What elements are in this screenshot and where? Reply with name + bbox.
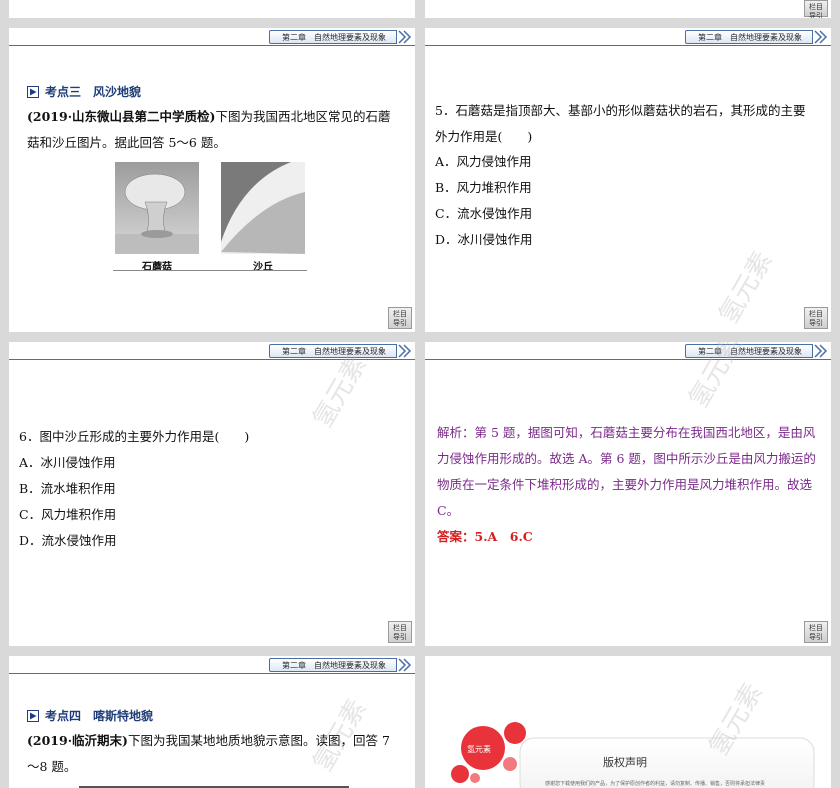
watermark-text: 氢元素 [713, 246, 779, 330]
play-triangle-icon [27, 85, 39, 98]
copyright-title: 版权声明 [603, 756, 647, 769]
slide-analysis: 第二章 自然地理要素及现象 氢元素 解析：第 5 题，据图可知，石蘑菇主要分布在… [425, 342, 831, 646]
nav-guide-button[interactable]: 栏目 导引 [804, 621, 828, 643]
topic-heading: 考点四 喀斯特地貌 [27, 707, 153, 724]
figure-group: 石蘑菇 沙丘 [115, 162, 305, 273]
chapter-header: 第二章 自然地理要素及现象 [269, 29, 413, 45]
nav-guide-button[interactable]: 栏目 导引 [804, 307, 828, 329]
copyright-text: 感谢您下载使用我们的产品，为了保护原创作者的利益，请勿复制、传播、销售，否则将承… [545, 781, 766, 787]
nav-guide-button[interactable]: 栏目 导引 [388, 621, 412, 643]
chapter-header: 第二章 自然地理要素及现象 [269, 657, 413, 673]
slide-partial-top-right: 栏目 导引 [425, 0, 831, 18]
question-5-options: A．风力侵蚀作用 B．风力堆积作用 C．流水侵蚀作用 D．冰川侵蚀作用 [435, 149, 533, 253]
double-chevron-icon [398, 30, 412, 44]
option-a: A．风力侵蚀作用 [435, 154, 532, 169]
chapter-header: 第二章 自然地理要素及现象 [685, 29, 829, 45]
option-d: D．冰川侵蚀作用 [435, 232, 533, 247]
double-chevron-icon [814, 344, 828, 358]
figure-stone-mushroom: 石蘑菇 [115, 162, 199, 273]
slide-question-5: 第二章 自然地理要素及现象 5．石蘑菇是指顶部大、基部小的形似蘑菇状的岩石，其形… [425, 28, 831, 332]
slide-topic-4: 第二章 自然地理要素及现象 氢元素 考点四 喀斯特地貌 (2019·临沂期末)下… [9, 656, 415, 788]
question-intro: (2019·临沂期末)下图为我国某地地质地貌示意图。读图，回答 7～8 题。 [27, 733, 390, 774]
sand-dune-photo [221, 162, 305, 254]
double-chevron-icon [398, 344, 412, 358]
question-6-options: A．冰川侵蚀作用 B．流水堆积作用 C．风力堆积作用 D．流水侵蚀作用 [19, 450, 117, 554]
double-chevron-icon [398, 658, 412, 672]
karst-diagram-partial [79, 786, 349, 788]
question-intro: (2019·山东微山县第二中学质检)下图为我国西北地区常见的石蘑菇和沙丘图片。据… [27, 109, 391, 150]
watermark-text: 氢元素 [307, 350, 373, 434]
chapter-label: 第二章 自然地理要素及现象 [269, 344, 397, 358]
analysis-text: 解析：第 5 题，据图可知，石蘑菇主要分布在我国西北地区，是由风力侵蚀作用形成的… [437, 420, 817, 550]
chapter-label: 第二章 自然地理要素及现象 [685, 30, 813, 44]
nav-guide-button[interactable]: 栏目 导引 [804, 0, 828, 18]
slide-copyright: 氢元素 版权声明 感谢您下载使用我们的产品，为了保护原创作者的利益，请勿复制、传… [425, 656, 831, 788]
figure-sand-dune: 沙丘 [221, 162, 305, 273]
question-6-text: 6．图中沙丘形成的主要外力作用是( ) [19, 429, 250, 444]
brand-label: 氢元素 [467, 745, 491, 754]
slide-question-6: 第二章 自然地理要素及现象 氢元素 6．图中沙丘形成的主要外力作用是( ) A．… [9, 342, 415, 646]
slide-topic-3: 第二章 自然地理要素及现象 考点三 风沙地貌 (2019·山东微山县第二中学质检… [9, 28, 415, 332]
option-c: C．风力堆积作用 [19, 507, 117, 522]
play-triangle-icon [27, 709, 39, 722]
option-b: B．流水堆积作用 [19, 481, 116, 496]
option-d: D．流水侵蚀作用 [19, 533, 117, 548]
nav-guide-button[interactable]: 栏目 导引 [388, 307, 412, 329]
chapter-label: 第二章 自然地理要素及现象 [269, 30, 397, 44]
option-b: B．风力堆积作用 [435, 180, 532, 195]
stone-mushroom-photo [115, 162, 199, 254]
answer-text: 答案：5.A 6.C [437, 529, 533, 544]
option-a: A．冰川侵蚀作用 [19, 455, 116, 470]
option-c: C．流水侵蚀作用 [435, 206, 533, 221]
question-5-text: 5．石蘑菇是指顶部大、基部小的形似蘑菇状的岩石，其形成的主要外力作用是( ) [435, 103, 806, 144]
topic-heading: 考点三 风沙地貌 [27, 83, 141, 100]
slide-partial-top-left [9, 0, 415, 18]
double-chevron-icon [814, 30, 828, 44]
chapter-label: 第二章 自然地理要素及现象 [269, 658, 397, 672]
